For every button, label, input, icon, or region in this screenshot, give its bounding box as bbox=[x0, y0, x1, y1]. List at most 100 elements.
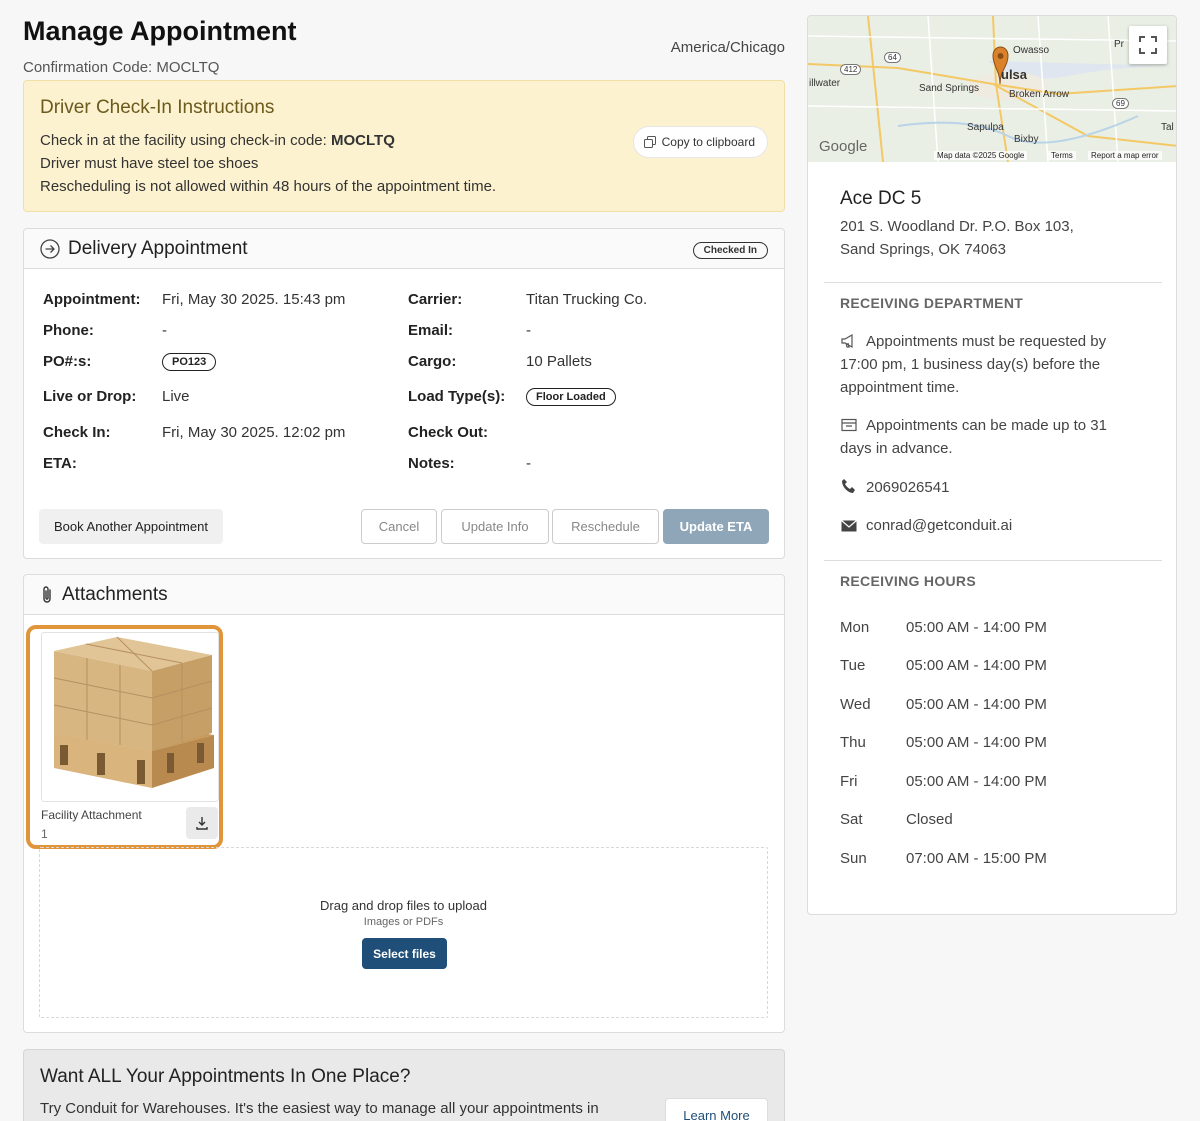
hours-time-thu: 05:00 AM - 14:00 PM bbox=[906, 734, 1047, 751]
live-or-drop-label: Live or Drop: bbox=[43, 388, 137, 405]
load-type-label: Load Type(s): bbox=[408, 388, 506, 405]
status-badge: Checked In bbox=[692, 242, 768, 259]
megaphone-icon bbox=[841, 334, 853, 348]
pallet-boxes-image bbox=[53, 636, 214, 788]
hours-time-sun: 07:00 AM - 15:00 PM bbox=[906, 850, 1047, 867]
po-pill-wrap: PO123 bbox=[162, 352, 217, 371]
facility-phone-row: 2069026541 bbox=[840, 476, 1140, 499]
delivery-appointment-card: Delivery Appointment Checked In Appointm… bbox=[23, 228, 785, 559]
facility-address: 201 S. Woodland Dr. P.O. Box 103, Sand S… bbox=[840, 215, 1074, 261]
arrow-circle-right-icon bbox=[40, 238, 60, 259]
instructions-title: Driver Check-In Instructions bbox=[40, 97, 275, 118]
select-files-button[interactable]: Select files bbox=[362, 938, 447, 969]
cargo-label: Cargo: bbox=[408, 353, 457, 370]
map-label-stillwater: illwater bbox=[809, 78, 841, 89]
divider bbox=[824, 560, 1162, 561]
paperclip-icon bbox=[43, 585, 51, 603]
confirmation-code: Confirmation Code: MOCLTQ bbox=[23, 59, 220, 76]
copy-to-clipboard-button[interactable]: Copy to clipboard bbox=[632, 126, 768, 158]
map-label-tulsa: ulsa bbox=[1001, 67, 1028, 82]
check-in-code: MOCLTQ bbox=[330, 132, 395, 149]
notes-label: Notes: bbox=[408, 455, 455, 472]
load-type-pill: Floor Loaded bbox=[526, 388, 616, 406]
dropzone-title: Drag and drop files to upload bbox=[320, 898, 487, 913]
divider bbox=[824, 282, 1162, 283]
update-eta-button[interactable]: Update ETA bbox=[663, 509, 769, 544]
instructions-line-1-text: Check in at the facility using check-in … bbox=[40, 132, 331, 149]
book-another-appointment-button[interactable]: Book Another Appointment bbox=[39, 509, 223, 544]
instructions-line-3: Rescheduling is not allowed within 48 ho… bbox=[40, 178, 497, 195]
map-report-error-link[interactable]: Report a map error bbox=[1088, 151, 1162, 160]
live-or-drop-value: Live bbox=[162, 388, 190, 405]
copy-label: Copy to clipboard bbox=[661, 135, 755, 149]
hours-day-tue: Tue bbox=[840, 657, 866, 674]
receiving-department-title: RECEIVING DEPARTMENT bbox=[840, 295, 1024, 311]
facility-map[interactable]: Owasso ulsa Sand Springs Broken Arrow Sa… bbox=[808, 16, 1176, 162]
facility-address-line-1: 201 S. Woodland Dr. P.O. Box 103, bbox=[840, 218, 1074, 235]
timezone-label: America/Chicago bbox=[670, 39, 785, 56]
facility-email: conrad@getconduit.ai bbox=[866, 517, 1013, 534]
page-title: Manage Appointment bbox=[23, 16, 297, 46]
download-icon bbox=[196, 817, 208, 830]
hours-day-thu: Thu bbox=[840, 734, 866, 751]
google-logo: Google bbox=[819, 138, 868, 155]
promo-text: Try Conduit for Warehouses. It's the eas… bbox=[40, 1100, 599, 1117]
po-label: PO#:s: bbox=[43, 353, 92, 370]
notes-value: - bbox=[526, 455, 531, 472]
attachment-tile[interactable]: Facility Attachment 1 bbox=[26, 625, 223, 849]
advance-booking-text: Appointments can be made up to 31 days i… bbox=[840, 417, 1107, 457]
fullscreen-icon bbox=[1139, 36, 1157, 54]
appointment-value: Fri, May 30 2025. 15:43 pm bbox=[162, 291, 346, 308]
attachments-card: Attachments Facility Attachment 1 Drag a… bbox=[23, 574, 785, 1033]
hours-day-sat: Sat bbox=[840, 811, 863, 828]
eta-label: ETA: bbox=[43, 455, 77, 472]
delivery-appointment-header: Delivery Appointment bbox=[24, 229, 784, 269]
map-terms-link[interactable]: Terms bbox=[1048, 151, 1076, 160]
attachments-header: Attachments bbox=[24, 575, 784, 615]
map-label-broken-arrow: Broken Arrow bbox=[1009, 89, 1070, 100]
facility-address-line-2: Sand Springs, OK 74063 bbox=[840, 241, 1006, 258]
map-label-owasso: Owasso bbox=[1013, 45, 1050, 56]
check-in-value: Fri, May 30 2025. 12:02 pm bbox=[162, 424, 346, 441]
attachment-thumbnail[interactable] bbox=[41, 632, 219, 802]
attachment-name: Facility Attachment bbox=[41, 808, 142, 822]
hours-day-fri: Fri bbox=[840, 773, 858, 790]
learn-more-button[interactable]: Learn More bbox=[665, 1098, 768, 1121]
facility-email-row: conrad@getconduit.ai bbox=[840, 514, 1140, 537]
map-data-credit: Map data ©2025 Google bbox=[934, 151, 1028, 160]
update-info-button[interactable]: Update Info bbox=[441, 509, 549, 544]
phone-label: Phone: bbox=[43, 322, 94, 339]
hours-day-sun: Sun bbox=[840, 850, 867, 867]
map-label-tahlequah: Tal bbox=[1161, 122, 1174, 133]
facility-phone: 2069026541 bbox=[866, 479, 950, 496]
request-deadline-text: Appointments must be requested by 17:00 … bbox=[840, 333, 1107, 396]
phone-icon bbox=[842, 479, 855, 493]
dropzone-subtitle: Images or PDFs bbox=[363, 916, 444, 928]
advance-booking-note: Appointments can be made up to 31 days i… bbox=[840, 414, 1140, 460]
appointment-label: Appointment: bbox=[43, 291, 141, 308]
request-deadline-note: Appointments must be requested by 17:00 … bbox=[840, 330, 1140, 399]
hours-time-wed: 05:00 AM - 14:00 PM bbox=[906, 696, 1047, 713]
map-route-69: 69 bbox=[1112, 98, 1129, 109]
hours-day-wed: Wed bbox=[840, 696, 871, 713]
hours-day-mon: Mon bbox=[840, 619, 870, 636]
receiving-hours-title: RECEIVING HOURS bbox=[840, 573, 976, 589]
po-pill: PO123 bbox=[162, 353, 217, 371]
cargo-value: 10 Pallets bbox=[526, 353, 592, 370]
promo-title: Want ALL Your Appointments In One Place? bbox=[40, 1066, 411, 1087]
download-button[interactable] bbox=[186, 807, 218, 839]
attachment-number: 1 bbox=[41, 827, 48, 841]
file-dropzone[interactable]: Drag and drop files to upload Images or … bbox=[39, 847, 768, 1018]
carrier-label: Carrier: bbox=[408, 291, 463, 308]
facility-card: Owasso ulsa Sand Springs Broken Arrow Sa… bbox=[807, 15, 1177, 915]
email-label: Email: bbox=[408, 322, 454, 339]
load-type-pill-wrap: Floor Loaded bbox=[526, 387, 616, 406]
map-label-bixby: Bixby bbox=[1014, 134, 1039, 145]
cancel-button[interactable]: Cancel bbox=[361, 509, 437, 544]
attachments-title: Attachments bbox=[62, 583, 168, 605]
reschedule-button[interactable]: Reschedule bbox=[552, 509, 659, 544]
map-fullscreen-button[interactable] bbox=[1129, 26, 1167, 64]
hours-time-mon: 05:00 AM - 14:00 PM bbox=[906, 619, 1047, 636]
map-route-412: 412 bbox=[840, 64, 862, 75]
facility-name: Ace DC 5 bbox=[840, 188, 922, 209]
